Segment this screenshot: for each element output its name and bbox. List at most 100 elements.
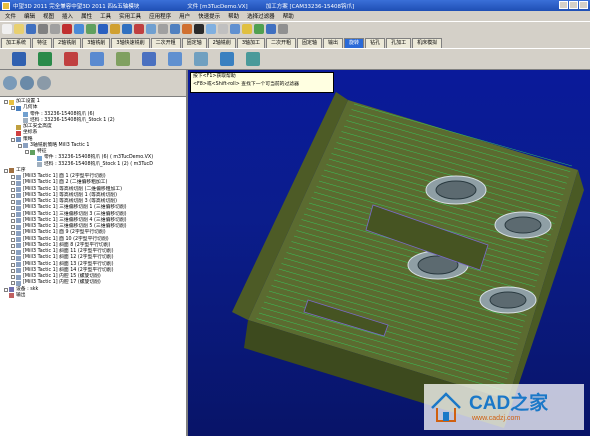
rotate-icon[interactable] xyxy=(230,23,240,34)
tab-0[interactable]: 加工系统 xyxy=(1,38,32,48)
expand-toggle-icon[interactable] xyxy=(18,143,22,148)
settings-icon[interactable] xyxy=(278,23,288,34)
help-icon[interactable] xyxy=(266,23,276,34)
boss-hole-2 xyxy=(504,216,542,234)
expand-toggle-icon[interactable] xyxy=(11,181,15,186)
menu-item-12[interactable]: 帮助 xyxy=(283,12,294,20)
open-icon[interactable] xyxy=(14,23,24,34)
expand-toggle-icon[interactable] xyxy=(11,225,15,230)
expand-toggle-icon[interactable] xyxy=(4,287,8,292)
tab-10[interactable]: 固定轴 xyxy=(297,38,323,48)
expand-toggle-icon[interactable] xyxy=(11,231,15,236)
strategy-icon xyxy=(16,137,21,143)
tab-4[interactable]: 3轴快速铣削 xyxy=(111,38,150,48)
tab-12[interactable]: 旋转 xyxy=(344,38,365,48)
tab-3[interactable]: 3轴铣削 xyxy=(82,38,111,48)
menu-item-10[interactable]: 帮助 xyxy=(228,12,239,20)
menu-item-6[interactable]: 实用工具 xyxy=(119,12,141,20)
redo-icon[interactable] xyxy=(86,23,96,34)
save-icon[interactable] xyxy=(26,23,36,34)
tab-5[interactable]: 二次开粗 xyxy=(150,38,181,48)
delete-icon[interactable] xyxy=(134,23,144,34)
tap-icon[interactable] xyxy=(64,52,78,66)
expand-toggle-icon[interactable] xyxy=(11,262,15,267)
expand-toggle-icon[interactable] xyxy=(11,243,15,248)
tab-13[interactable]: 钻孔 xyxy=(365,38,386,48)
measure-icon[interactable] xyxy=(146,23,156,34)
color-icon[interactable] xyxy=(182,23,192,34)
expand-toggle-icon[interactable] xyxy=(4,168,8,173)
expand-toggle-icon[interactable] xyxy=(11,281,15,286)
expand-toggle-icon[interactable] xyxy=(11,187,15,192)
profile-icon[interactable] xyxy=(116,52,130,66)
menu-item-7[interactable]: 应用程序 xyxy=(149,12,171,20)
menu-item-8[interactable]: 用户 xyxy=(179,12,190,20)
cut-icon[interactable] xyxy=(50,23,60,34)
menu-item-9[interactable]: 快速提示 xyxy=(198,12,220,20)
expand-toggle-icon[interactable] xyxy=(11,106,15,111)
menu-item-1[interactable]: 编辑 xyxy=(24,12,35,20)
undo-icon[interactable] xyxy=(74,23,84,34)
pocket-icon[interactable] xyxy=(142,52,156,66)
menu-item-2[interactable]: 视图 xyxy=(43,12,54,20)
expand-toggle-icon[interactable] xyxy=(25,150,29,155)
render-icon[interactable] xyxy=(194,23,204,34)
expand-toggle-icon[interactable] xyxy=(11,137,15,142)
select-icon[interactable] xyxy=(122,23,132,34)
copy-icon[interactable] xyxy=(98,23,108,34)
expand-toggle-icon[interactable] xyxy=(11,200,15,205)
menu-item-0[interactable]: 文件 xyxy=(5,12,16,20)
tab-1[interactable]: 特征 xyxy=(32,38,53,48)
tab-14[interactable]: 孔加工 xyxy=(386,38,412,48)
expand-toggle-icon[interactable] xyxy=(11,256,15,261)
zoom-icon[interactable] xyxy=(218,23,228,34)
view-icon[interactable] xyxy=(206,23,216,34)
view-manager-icon[interactable] xyxy=(37,76,51,90)
chamfer-icon[interactable] xyxy=(194,52,208,66)
bore-icon[interactable] xyxy=(90,52,104,66)
cam-manager-icon[interactable] xyxy=(20,76,34,90)
3d-viewport[interactable]: 按下<F1>获取帮助 <F8>或<Shift-roll> 查找下一个可当前的过滤… xyxy=(188,70,590,436)
light-icon[interactable] xyxy=(242,23,252,34)
layer-icon[interactable] xyxy=(158,23,168,34)
spot-drill-icon[interactable] xyxy=(38,52,52,66)
expand-toggle-icon[interactable] xyxy=(11,206,15,211)
expand-toggle-icon[interactable] xyxy=(11,268,15,273)
expand-toggle-icon[interactable] xyxy=(11,275,15,280)
tab-11[interactable]: 输出 xyxy=(323,38,344,48)
grid-icon[interactable] xyxy=(254,23,264,34)
new-icon[interactable] xyxy=(2,23,12,34)
tab-8[interactable]: 3轴加工 xyxy=(236,38,265,48)
maximize-button[interactable] xyxy=(569,1,578,9)
menu-item-11[interactable]: 选择过滤器 xyxy=(247,12,275,20)
menu-item-5[interactable]: 工具 xyxy=(100,12,111,20)
op-icon xyxy=(23,143,28,149)
expand-toggle-icon[interactable] xyxy=(11,237,15,242)
menu-item-3[interactable]: 插入 xyxy=(62,12,73,20)
tab-6[interactable]: 固定轴 xyxy=(181,38,207,48)
history-manager-icon[interactable] xyxy=(3,76,17,90)
tab-9[interactable]: 二次开粗 xyxy=(266,38,297,48)
expand-toggle-icon[interactable] xyxy=(11,193,15,198)
tab-15[interactable]: 机床模拟 xyxy=(412,38,443,48)
tab-7[interactable]: 2轴铣削 xyxy=(207,38,236,48)
hole-drill-icon[interactable] xyxy=(12,52,26,66)
model-render xyxy=(232,92,584,428)
simulate-icon[interactable] xyxy=(246,52,260,66)
expand-toggle-icon[interactable] xyxy=(11,212,15,217)
tree-node[interactable]: 输出 xyxy=(0,293,186,299)
tab-2[interactable]: 2轴铣削 xyxy=(53,38,82,48)
face-icon[interactable] xyxy=(168,52,182,66)
minimize-button[interactable] xyxy=(559,1,568,9)
close-button[interactable] xyxy=(579,1,588,9)
expand-toggle-icon[interactable] xyxy=(4,100,8,105)
paste-icon[interactable] xyxy=(110,23,120,34)
expand-toggle-icon[interactable] xyxy=(11,218,15,223)
expand-toggle-icon[interactable] xyxy=(11,250,15,255)
expand-toggle-icon[interactable] xyxy=(11,175,15,180)
menu-item-4[interactable]: 属性 xyxy=(81,12,92,20)
print-icon[interactable] xyxy=(38,23,48,34)
thread-icon[interactable] xyxy=(220,52,234,66)
filter-icon[interactable] xyxy=(170,23,180,34)
stop-icon[interactable] xyxy=(62,23,72,34)
